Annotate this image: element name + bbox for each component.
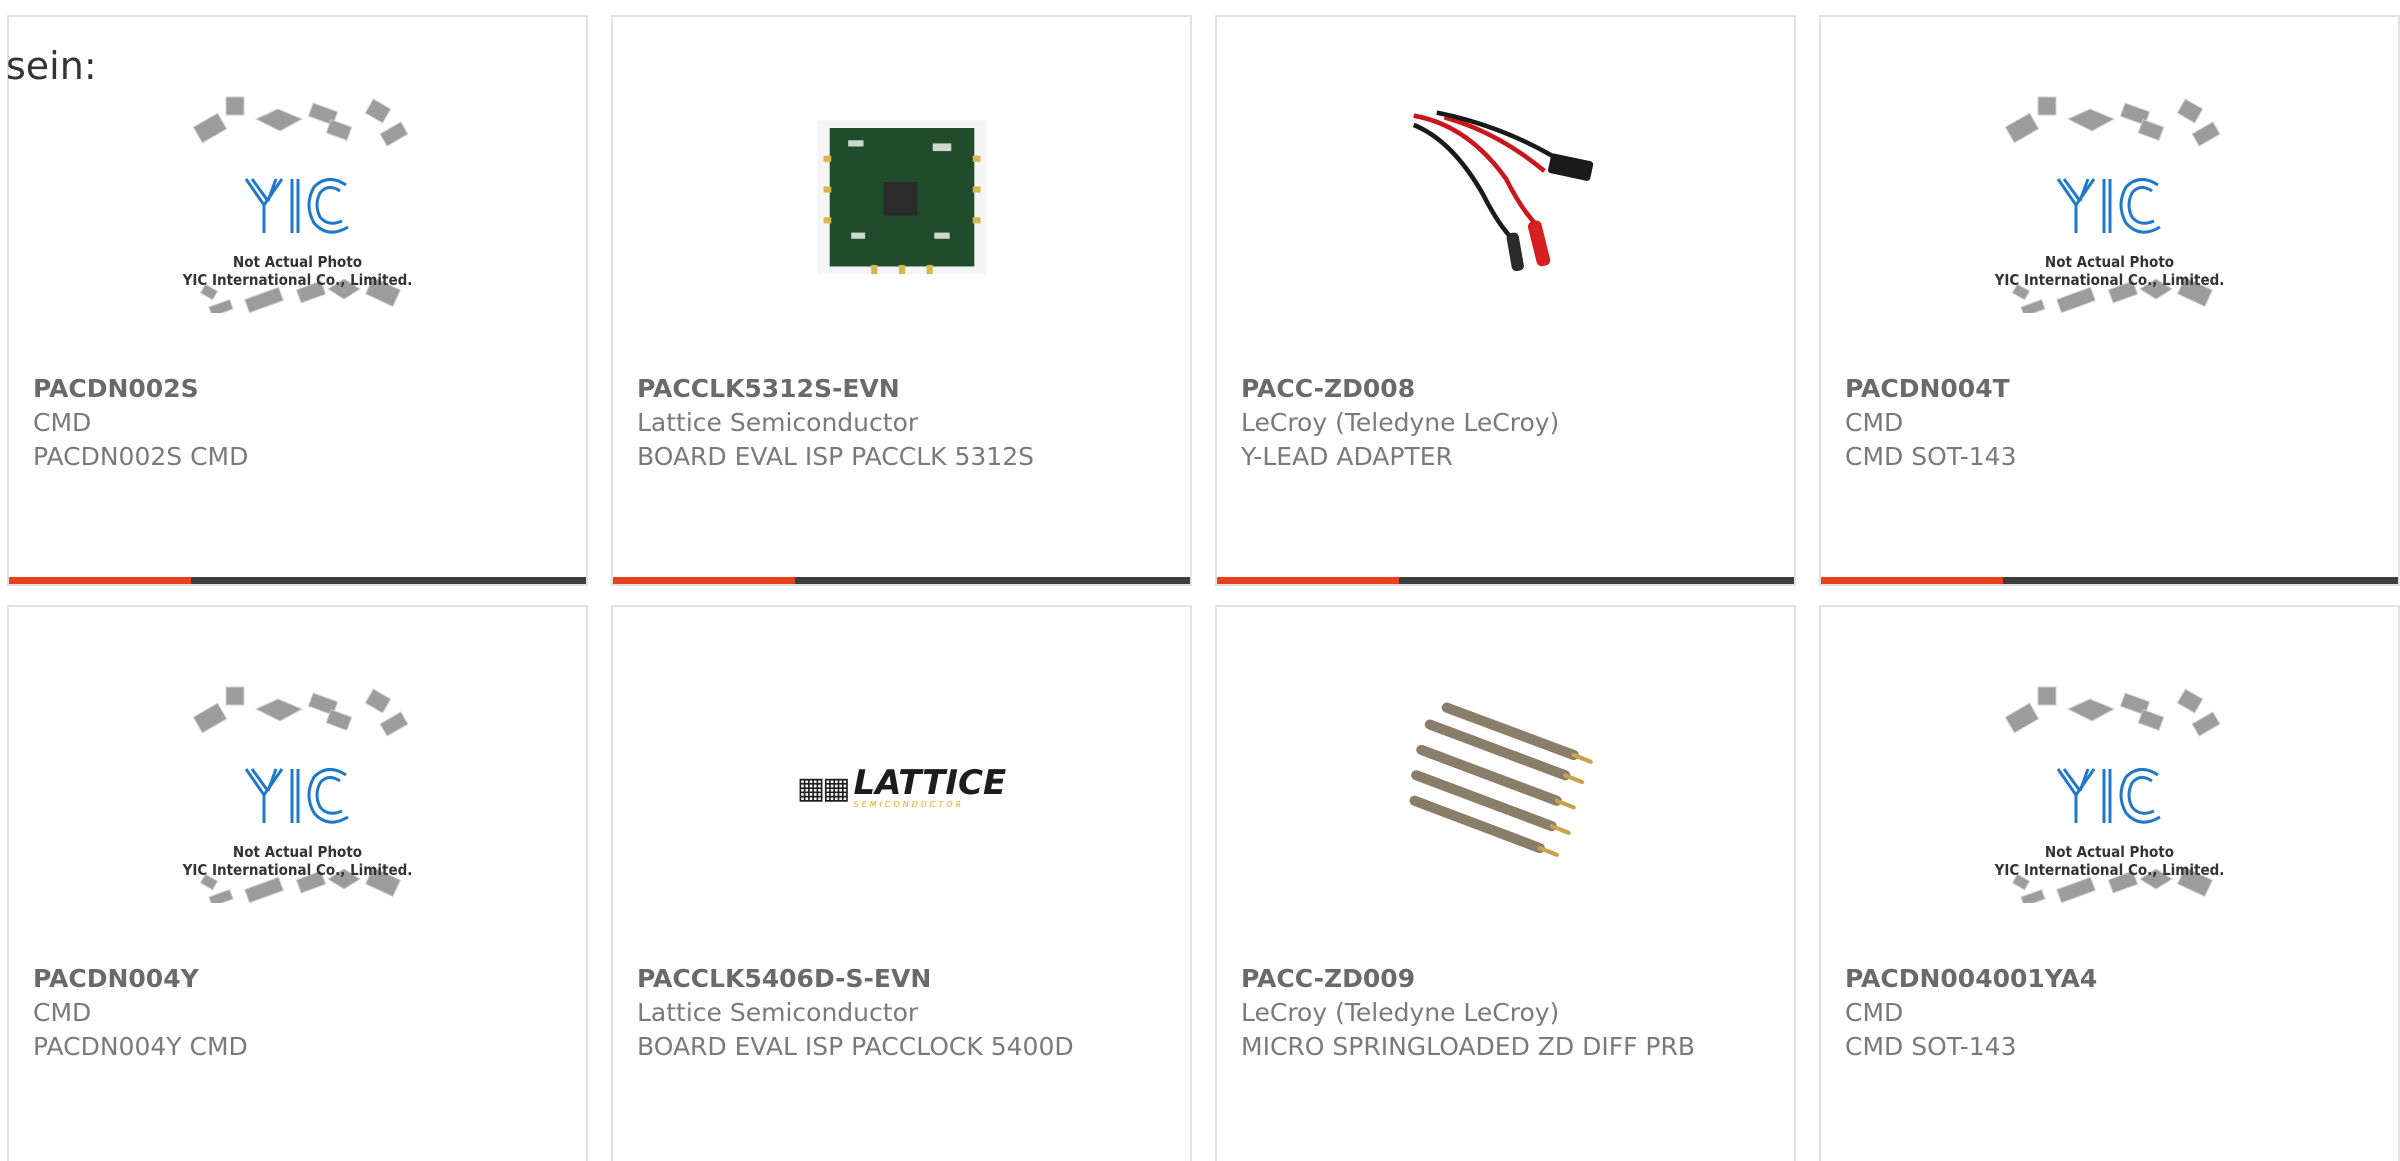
manufacturer: CMD [33, 408, 92, 437]
description: Y-LEAD ADAPTER [1241, 442, 1453, 471]
card-bottom-bar [1217, 577, 1794, 584]
product-card[interactable]: Not Actual Photo YIC International Co., … [1819, 605, 2400, 1161]
product-card[interactable]: Not Actual Photo YIC International Co., … [1819, 15, 2400, 586]
product-info: PACDN002S CMD PACDN002S CMD [33, 372, 562, 474]
product-info: PACC-ZD008 LeCroy (Teledyne LeCroy) Y-LE… [1241, 372, 1770, 474]
description: CMD SOT-143 [1845, 1032, 2017, 1061]
part-number[interactable]: PACDN002S [33, 372, 562, 406]
manufacturer: CMD [1845, 998, 1904, 1027]
card-accent-bar [1821, 577, 2003, 584]
product-card[interactable]: Not Actual Photo YIC International Co., … [7, 605, 588, 1161]
product-card[interactable]: ▦▦ LATTICE SEMICONDUCTOR PACCLK5406D-S-E… [611, 605, 1192, 1161]
placeholder-caption-2: YIC International Co., Limited. [182, 271, 413, 289]
product-info: PACDN004Y CMD PACDN004Y CMD [33, 962, 562, 1064]
part-number[interactable]: PACCLK5312S-EVN [637, 372, 1166, 406]
part-number[interactable]: PACDN004T [1845, 372, 2374, 406]
product-info: PACCLK5406D-S-EVN Lattice Semiconductor … [637, 962, 1166, 1064]
placeholder-caption-1: Not Actual Photo [2044, 843, 2175, 861]
product-info: PACDN004T CMD CMD SOT-143 [1845, 372, 2374, 474]
product-card[interactable]: PACC-ZD009 LeCroy (Teledyne LeCroy) MICR… [1215, 605, 1796, 1161]
lattice-grid-mark: ▦▦ [796, 770, 851, 806]
yic-placeholder-icon: Not Actual Photo YIC International Co., … [1980, 673, 2240, 908]
part-number[interactable]: PACDN004Y [33, 962, 562, 996]
card-accent-bar [1217, 577, 1399, 584]
description: MICRO SPRINGLOADED ZD DIFF PRB [1241, 1032, 1696, 1061]
product-grid-page: sein: Not Actual Photo YIC International… [0, 0, 2400, 1161]
card-bottom-bar [1821, 577, 2398, 584]
yic-placeholder-icon: Not Actual Photo YIC International Co., … [1980, 83, 2240, 318]
product-card[interactable]: PACC-ZD008 LeCroy (Teledyne LeCroy) Y-LE… [1215, 15, 1796, 586]
product-info: PACCLK5312S-EVN Lattice Semiconductor BO… [637, 372, 1166, 474]
description: BOARD EVAL ISP PACCLOCK 5400D [637, 1032, 1074, 1061]
manufacturer: LeCroy (Teledyne LeCroy) [1241, 998, 1560, 1027]
product-card[interactable]: Not Actual Photo YIC International Co., … [7, 15, 588, 586]
part-number[interactable]: PACDN004001YA4 [1845, 962, 2374, 996]
part-number[interactable]: PACCLK5406D-S-EVN [637, 962, 1166, 996]
description: BOARD EVAL ISP PACCLK 5312S [637, 442, 1034, 471]
lattice-logo-name: LATTICE [853, 763, 1007, 803]
description: PACDN004Y CMD [33, 1032, 248, 1061]
placeholder-caption-2: YIC International Co., Limited. [1994, 271, 2225, 289]
spring-pins-icon [1376, 673, 1636, 903]
card-accent-bar [613, 577, 795, 584]
lattice-logo-sub: SEMICONDUCTOR [853, 800, 965, 809]
eval-board-icon [772, 83, 1032, 313]
placeholder-caption-1: Not Actual Photo [232, 843, 363, 861]
manufacturer: LeCroy (Teledyne LeCroy) [1241, 408, 1560, 437]
yic-placeholder-icon: Not Actual Photo YIC International Co., … [168, 673, 428, 908]
placeholder-caption-1: Not Actual Photo [232, 253, 363, 271]
manufacturer: CMD [33, 998, 92, 1027]
placeholder-caption-2: YIC International Co., Limited. [182, 861, 413, 879]
product-info: PACDN004001YA4 CMD CMD SOT-143 [1845, 962, 2374, 1064]
lattice-logo-icon: ▦▦ LATTICE SEMICONDUCTOR [772, 673, 1032, 903]
manufacturer: Lattice Semiconductor [637, 408, 919, 437]
manufacturer: Lattice Semiconductor [637, 998, 919, 1027]
truncated-heading-text: sein: [6, 44, 97, 88]
card-bottom-bar [9, 577, 586, 584]
product-info: PACC-ZD009 LeCroy (Teledyne LeCroy) MICR… [1241, 962, 1770, 1064]
card-bottom-bar [613, 577, 1190, 584]
cable-adapter-icon [1376, 83, 1636, 313]
placeholder-caption-1: Not Actual Photo [2044, 253, 2175, 271]
part-number[interactable]: PACC-ZD009 [1241, 962, 1770, 996]
placeholder-caption-2: YIC International Co., Limited. [1994, 861, 2225, 879]
product-card[interactable]: PACCLK5312S-EVN Lattice Semiconductor BO… [611, 15, 1192, 586]
manufacturer: CMD [1845, 408, 1904, 437]
description: CMD SOT-143 [1845, 442, 2017, 471]
part-number[interactable]: PACC-ZD008 [1241, 372, 1770, 406]
card-accent-bar [9, 577, 191, 584]
description: PACDN002S CMD [33, 442, 249, 471]
yic-placeholder-icon: Not Actual Photo YIC International Co., … [168, 83, 428, 318]
